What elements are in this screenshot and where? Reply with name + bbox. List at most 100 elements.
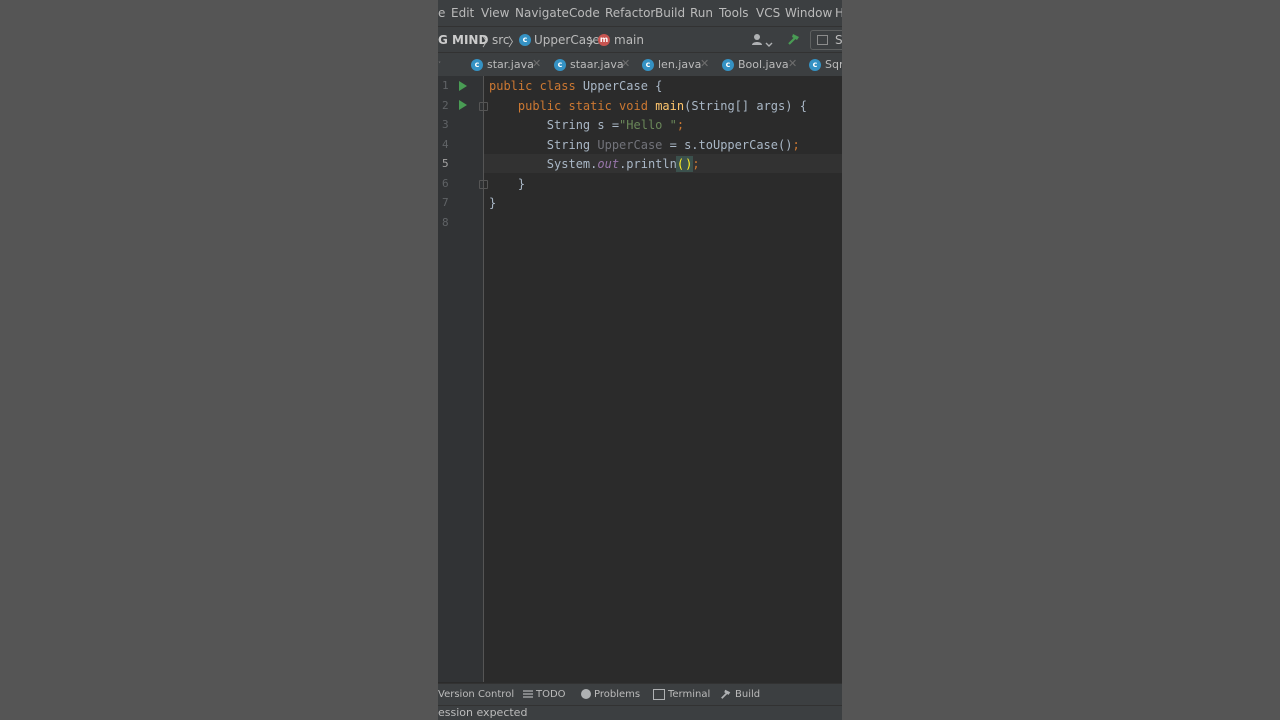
code-text: .println [619, 157, 677, 171]
line-number: 1 [442, 79, 449, 92]
line-number: 6 [442, 177, 449, 190]
code-static-field: out [597, 157, 620, 171]
menu-run[interactable]: Run [690, 6, 713, 20]
run-config-selector[interactable]: S [810, 30, 842, 50]
menu-build[interactable]: Build [655, 6, 685, 20]
tab-len-java[interactable]: c len.java ✕ [642, 53, 718, 77]
java-class-icon: c [642, 59, 654, 71]
chevron-down-icon[interactable] [765, 37, 773, 51]
menu-vcs[interactable]: VCS [756, 6, 780, 20]
tool-window-bar: Version Control TODO Problems Terminal B… [438, 683, 842, 706]
method-icon: m [598, 34, 610, 46]
menu-file-partial[interactable]: e [438, 6, 445, 20]
user-icon[interactable] [751, 33, 765, 47]
java-class-icon: c [554, 59, 566, 71]
tab-sqr-java[interactable]: c Sqr [809, 53, 842, 77]
editor-tabs: ˑ c star.java ✕ c staar.java ✕ c len.jav… [438, 52, 842, 78]
editor-gutter[interactable]: 1 2 3 4 5 6 7 8 [438, 76, 488, 682]
status-message: ession expected [438, 706, 528, 719]
problems-tool-button[interactable]: Problems [594, 689, 640, 700]
code-semicolon: ; [792, 138, 800, 152]
code-unused-variable: UpperCase [597, 138, 663, 152]
menu-view[interactable]: View [481, 6, 509, 20]
code-text: = s.toUpperCase() [662, 138, 793, 152]
tab-bool-java[interactable]: c Bool.java ✕ [722, 53, 804, 77]
menu-navigate[interactable]: Navigate [515, 6, 569, 20]
code-line-4: String UpperCase = s.toUpperCase(); [489, 138, 800, 152]
tab-close-icon[interactable]: ✕ [788, 57, 797, 70]
code-bracket-match: ( [675, 156, 686, 172]
java-class-icon: c [471, 59, 483, 71]
fold-marker-icon[interactable] [479, 180, 488, 189]
menu-code[interactable]: Code [569, 6, 600, 20]
run-config-label: S [835, 33, 842, 47]
tab-staar-java[interactable]: c staar.java ✕ [554, 53, 636, 77]
code-line-5: System.out.println(); [489, 156, 700, 172]
breadcrumb-method[interactable]: main [614, 33, 644, 47]
menu-refactor[interactable]: Refactor [605, 6, 655, 20]
code-string: "Hello " [619, 118, 677, 132]
code-text: UpperCase { [582, 79, 663, 93]
line-number: 3 [442, 118, 449, 131]
code-line-1: public class UpperCase { [489, 79, 662, 93]
code-text: String s = [546, 118, 620, 132]
menu-help-partial[interactable]: H [835, 6, 842, 20]
tab-close-icon[interactable]: ✕ [700, 57, 709, 70]
build-hammer-icon[interactable] [787, 32, 801, 49]
run-config-icon [817, 35, 828, 45]
code-line-2: public static void main(String[] args) { [489, 99, 807, 113]
code-keyword: public class [489, 79, 583, 93]
menu-edit[interactable]: Edit [451, 6, 474, 20]
fold-marker-icon[interactable] [479, 102, 488, 111]
navigation-bar: G MIND 〉 src 〉 c UpperCase 〉 m main S [438, 26, 842, 53]
terminal-icon [653, 689, 665, 700]
ide-window: e Edit View Navigate Code Refactor Build… [438, 0, 842, 720]
code-text: } [489, 177, 526, 191]
menu-bar: e Edit View Navigate Code Refactor Build… [438, 0, 842, 26]
todo-list-icon [523, 689, 533, 703]
code-line-3: String s ="Hello "; [489, 118, 684, 132]
code-semicolon: ; [676, 118, 685, 132]
line-number: 4 [442, 138, 449, 151]
version-control-tool-button[interactable]: Version Control [438, 689, 514, 700]
line-number: 8 [442, 216, 449, 229]
code-method-name: main [655, 99, 685, 113]
code-editor[interactable]: 1 2 3 4 5 6 7 8 public class UpperCase {… [438, 76, 842, 682]
line-number-current: 5 [442, 157, 449, 170]
java-class-icon: c [519, 34, 531, 46]
tab-label: len.java [658, 58, 702, 71]
tab-close-icon[interactable]: ✕ [621, 57, 630, 70]
tab-label: star.java [487, 58, 534, 71]
problems-info-icon [581, 689, 591, 699]
tab-label: staar.java [570, 58, 624, 71]
build-tool-button[interactable]: Build [735, 689, 760, 700]
tab-close-icon[interactable]: ˑ [438, 57, 442, 70]
menu-window[interactable]: Window [785, 6, 832, 20]
run-class-icon[interactable] [459, 81, 467, 91]
code-text: String [546, 138, 598, 152]
build-hammer-icon [720, 688, 732, 703]
tab-star-java[interactable]: c star.java ✕ [471, 53, 549, 77]
line-number: 7 [442, 196, 449, 209]
breadcrumb-src[interactable]: src [492, 33, 510, 47]
code-text: (String[] args) { [684, 99, 807, 113]
run-main-icon[interactable] [459, 100, 467, 110]
code-line-7: } [489, 196, 496, 210]
menu-tools[interactable]: Tools [719, 6, 749, 20]
terminal-tool-button[interactable]: Terminal [668, 689, 710, 700]
tab-label: Sqr [825, 58, 842, 71]
code-text: } [489, 196, 497, 210]
java-class-icon: c [809, 59, 821, 71]
code-text: System. [546, 157, 598, 171]
code-keyword: public static void [517, 99, 656, 113]
tab-label: Bool.java [738, 58, 789, 71]
breadcrumb-project[interactable]: G MIND [438, 33, 488, 47]
todo-tool-button[interactable]: TODO [536, 689, 566, 700]
code-semicolon: ; [692, 157, 700, 171]
tab-close-icon[interactable]: ✕ [532, 57, 541, 70]
code-line-6: } [489, 177, 525, 191]
